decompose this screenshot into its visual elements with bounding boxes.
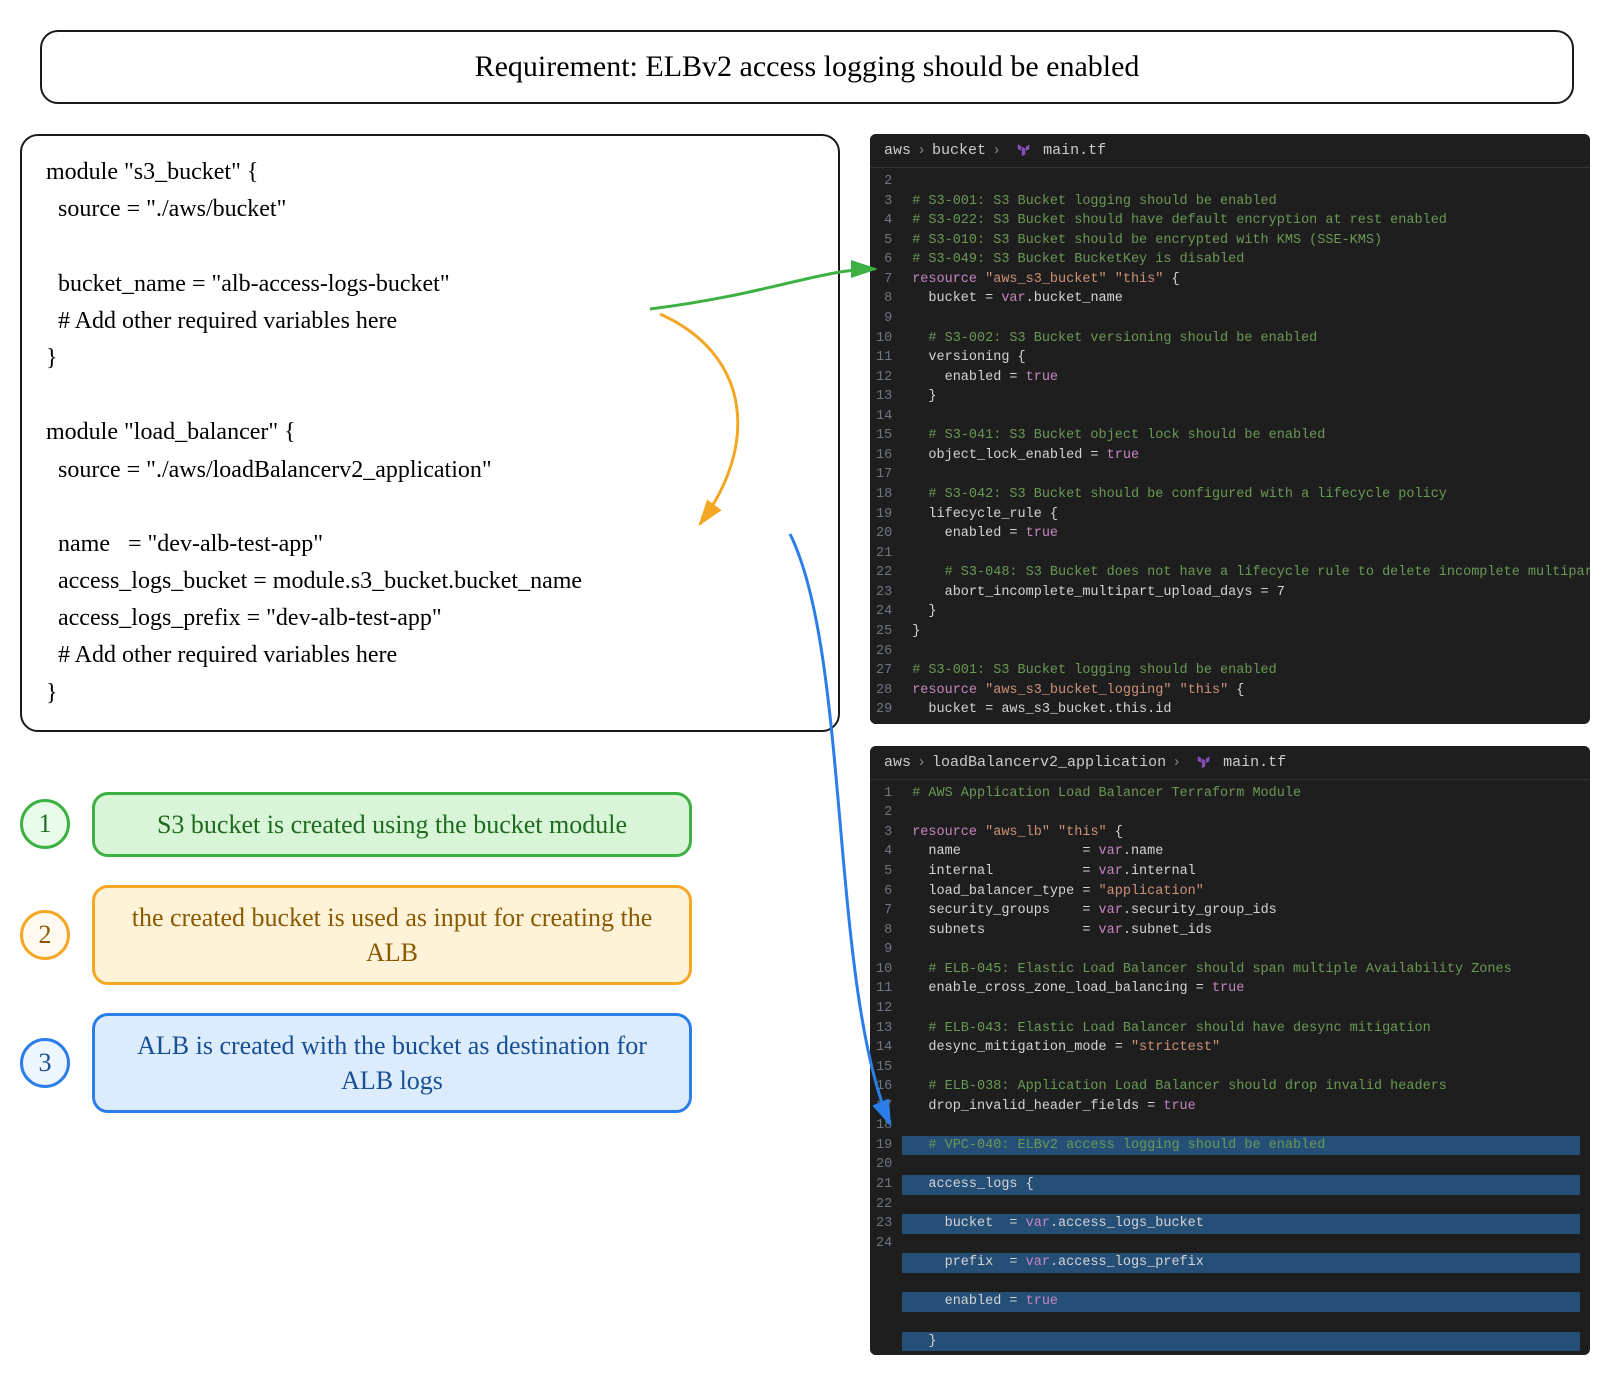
crumb-file-2: main.tf (1223, 754, 1286, 771)
steps-list: 1 S3 bucket is created using the bucket m… (20, 792, 840, 1113)
editor-breadcrumb-2: aws›loadBalancerv2_application› main.tf (870, 746, 1590, 780)
step-text: S3 bucket is created using the bucket mo… (92, 792, 692, 857)
editor-gutter: 2 3 4 5 6 7 8 9 10 11 12 13 14 15 16 17 … (870, 168, 902, 724)
crumb-aws-2: aws (884, 754, 911, 771)
main-content: module "s3_bucket" { source = "./aws/buc… (20, 134, 1594, 1355)
terraform-icon (1196, 755, 1210, 769)
step-2: 2 the created bucket is used as input for… (20, 885, 840, 985)
requirement-title: Requirement: ELBv2 access logging should… (40, 30, 1574, 104)
crumb-bucket: bucket (932, 142, 986, 159)
editor-bucket-maintf: aws›bucket› main.tf 2 3 4 5 6 7 8 9 10 1… (870, 134, 1590, 724)
step-3: 3 ALB is created with the bucket as desti… (20, 1013, 840, 1113)
step-number: 1 (20, 799, 70, 849)
step-text: the created bucket is used as input for … (92, 885, 692, 985)
step-text: ALB is created with the bucket as destin… (92, 1013, 692, 1113)
editor-code-2: # AWS Application Load Balancer Terrafor… (902, 780, 1590, 1355)
crumb-file: main.tf (1043, 142, 1106, 159)
terraform-icon (1016, 143, 1030, 157)
crumb-lb: loadBalancerv2_application (932, 754, 1166, 771)
crumb-aws: aws (884, 142, 911, 159)
editor-code: # S3-001: S3 Bucket logging should be en… (902, 168, 1590, 724)
editor-breadcrumb: aws›bucket› main.tf (870, 134, 1590, 168)
step-1: 1 S3 bucket is created using the bucket m… (20, 792, 840, 857)
step-number: 3 (20, 1038, 70, 1088)
editor-gutter-2: 1 2 3 4 5 6 7 8 9 10 11 12 13 14 15 16 1… (870, 780, 902, 1355)
step-number: 2 (20, 910, 70, 960)
module-definition-code: module "s3_bucket" { source = "./aws/buc… (20, 134, 840, 732)
editor-loadbalancer-maintf: aws›loadBalancerv2_application› main.tf … (870, 746, 1590, 1355)
